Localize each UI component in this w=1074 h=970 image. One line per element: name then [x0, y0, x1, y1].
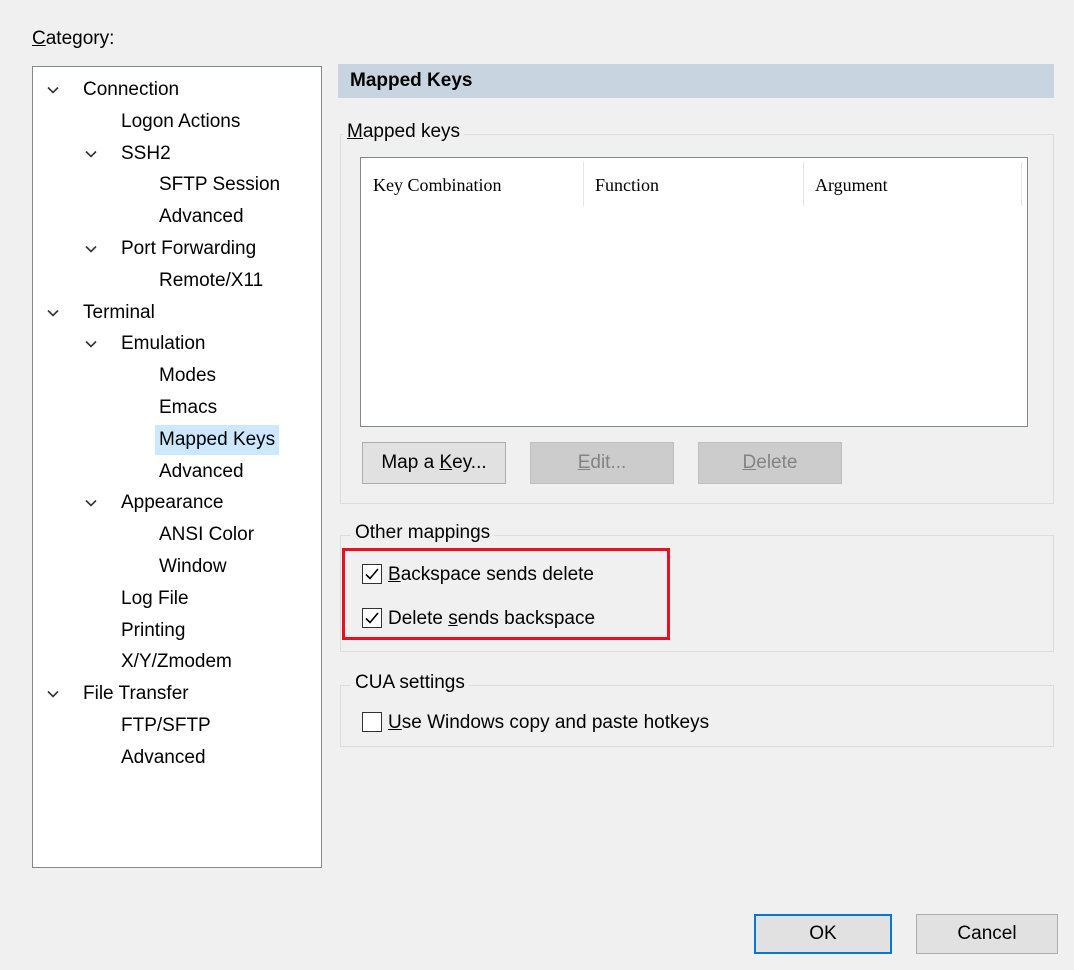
tree-item[interactable]: Modes — [33, 361, 321, 391]
panel-title: Mapped Keys — [350, 70, 473, 91]
category-tree[interactable]: Connection Logon Actions SSH2 SFTP Session A… — [32, 66, 322, 868]
chevron-down-icon[interactable] — [85, 497, 97, 509]
delete-button[interactable]: Delete — [698, 442, 842, 484]
tree-item[interactable]: Advanced — [33, 743, 321, 773]
edit-button[interactable]: Edit... — [530, 442, 674, 484]
tree-item-label: File Transfer — [83, 683, 189, 705]
chevron-down-icon[interactable] — [85, 148, 97, 160]
tree-item-label: Connection — [83, 79, 180, 100]
tree-item-label: Port Forwarding — [121, 238, 257, 259]
tree-item[interactable]: Logon Actions — [33, 107, 321, 137]
tree-item-label: X/Y/Zmodem — [121, 651, 232, 673]
tree-item-label: SSH2 — [121, 142, 171, 164]
tree-item-label: Advanced — [159, 460, 244, 482]
tree-item-label: FTP/SFTP — [121, 715, 211, 736]
tree-item[interactable]: SSH2 — [33, 139, 321, 169]
tree-item[interactable]: Terminal — [33, 298, 321, 328]
panel-header: Mapped Keys — [338, 64, 1054, 98]
column-header-argument[interactable]: Argument — [803, 158, 1021, 208]
tree-item-label: Modes — [159, 365, 217, 387]
map-a-key-button[interactable]: Map a Key... — [362, 442, 506, 484]
tree-item-label: Appearance — [121, 492, 224, 514]
tree-item-label: ANSI Color — [159, 524, 255, 546]
tree-item[interactable]: SFTP Session — [33, 170, 321, 200]
tree-item-label: Printing — [121, 619, 186, 641]
tree-item[interactable]: Remote/X11 — [33, 266, 321, 296]
mapped-keys-group-title: Mapped keys — [343, 121, 465, 143]
tree-item[interactable]: Mapped Keys — [33, 424, 321, 455]
chevron-down-icon[interactable] — [47, 307, 59, 319]
column-header-key-combination[interactable]: Key Combination — [361, 158, 583, 208]
chevron-down-icon[interactable] — [85, 338, 97, 350]
tree-item-label: Window — [159, 556, 227, 577]
tree-item[interactable]: Advanced — [33, 202, 321, 232]
use-windows-hotkeys-checkbox[interactable] — [362, 712, 382, 732]
column-header-function[interactable]: Function — [583, 158, 803, 208]
mapped-keys-list[interactable]: Key Combination Function Argument — [360, 157, 1028, 427]
tree-item-label: Advanced — [121, 746, 206, 768]
cancel-button[interactable]: Cancel — [916, 914, 1058, 954]
tree-item[interactable]: File Transfer — [33, 679, 321, 709]
other-mappings-group-title: Other mappings — [351, 522, 495, 544]
tree-item-label: Advanced — [159, 206, 244, 228]
chevron-down-icon[interactable] — [47, 84, 59, 96]
tree-item[interactable]: Log File — [33, 584, 321, 614]
category-label: Category: — [32, 28, 115, 49]
tree-item-label: Emacs — [159, 397, 218, 418]
tree-item[interactable]: Connection — [33, 75, 321, 105]
tree-item[interactable]: Emacs — [33, 393, 321, 423]
chevron-down-icon[interactable] — [85, 243, 97, 255]
tree-item-label: Log File — [121, 587, 189, 609]
column-separator[interactable] — [1021, 162, 1022, 206]
tree-item[interactable]: X/Y/Zmodem — [33, 647, 321, 677]
tree-item[interactable]: Advanced — [33, 457, 321, 487]
chevron-down-icon[interactable] — [47, 688, 59, 700]
tree-item[interactable]: Printing — [33, 616, 321, 646]
tree-item-label: Logon Actions — [121, 110, 241, 132]
tree-item-label: SFTP Session — [159, 174, 281, 196]
tree-item[interactable]: Appearance — [33, 488, 321, 518]
tree-item-label: Terminal — [83, 301, 155, 323]
ok-button[interactable]: OK — [754, 914, 892, 954]
tree-item-label: Remote/X11 — [159, 269, 264, 291]
tree-item-label: Emulation — [121, 333, 206, 355]
use-windows-hotkeys-label[interactable]: Use Windows copy and paste hotkeys — [388, 709, 709, 737]
tree-item[interactable]: Port Forwarding — [33, 234, 321, 264]
tree-item-label: Mapped Keys — [155, 424, 280, 455]
tree-item[interactable]: Window — [33, 552, 321, 582]
highlight-annotation-box — [342, 548, 670, 640]
tree-item[interactable]: Emulation — [33, 329, 321, 359]
tree-item[interactable]: FTP/SFTP — [33, 711, 321, 741]
tree-item[interactable]: ANSI Color — [33, 520, 321, 550]
cua-settings-group-title: CUA settings — [351, 672, 469, 694]
